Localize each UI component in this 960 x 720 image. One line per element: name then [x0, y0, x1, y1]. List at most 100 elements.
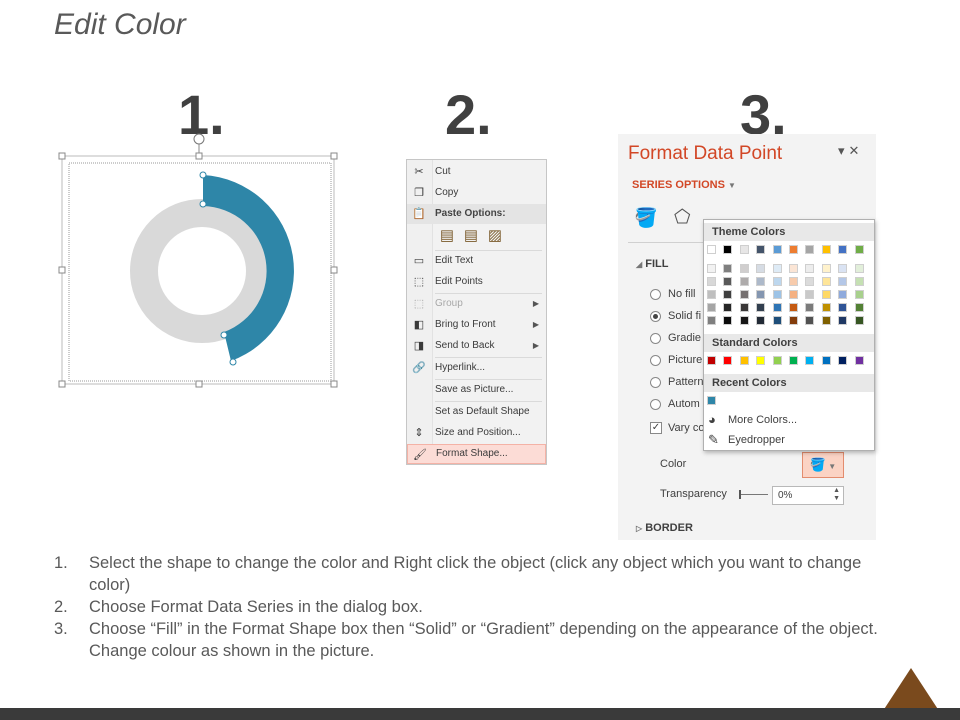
theme-shade-swatch[interactable] — [805, 290, 815, 299]
standard-color-swatch[interactable] — [707, 356, 716, 365]
menu-item-send-to-back[interactable]: ◨ Send to Back ▶ — [407, 336, 546, 356]
theme-shade-swatch[interactable] — [707, 316, 716, 325]
menu-item-format-shape[interactable]: 🖌 Format Shape... — [407, 444, 546, 464]
paste-keep-source-icon[interactable]: ▤ — [437, 226, 457, 246]
standard-color-swatch[interactable] — [772, 356, 782, 365]
theme-color-swatch[interactable] — [739, 245, 749, 254]
menu-item-edit-text[interactable]: ▭ Edit Text — [407, 251, 546, 271]
theme-color-swatch[interactable] — [789, 245, 798, 254]
theme-shade-swatch[interactable] — [739, 290, 749, 299]
theme-shade-swatch[interactable] — [854, 290, 864, 299]
theme-color-swatch[interactable] — [821, 245, 831, 254]
theme-color-swatch[interactable] — [707, 245, 716, 254]
theme-shade-swatch[interactable] — [723, 264, 733, 273]
checkbox[interactable]: ✓ — [650, 422, 662, 434]
spinner-icon[interactable]: ▲ ▼ — [833, 487, 840, 503]
theme-shade-swatch[interactable] — [739, 277, 749, 286]
theme-shade-swatch[interactable] — [805, 264, 815, 273]
theme-shade-swatch[interactable] — [723, 316, 733, 325]
theme-shade-swatch[interactable] — [805, 303, 815, 312]
theme-shade-swatch[interactable] — [723, 290, 733, 299]
standard-color-swatch[interactable] — [821, 356, 831, 365]
theme-shade-swatch[interactable] — [805, 316, 815, 325]
eyedropper-item[interactable]: ✎ Eyedropper — [708, 432, 785, 448]
theme-shade-swatch[interactable] — [723, 277, 733, 286]
theme-shade-swatch[interactable] — [821, 290, 831, 299]
theme-shade-swatch[interactable] — [838, 277, 848, 286]
fill-line-tab-icon[interactable]: 🪣 — [634, 206, 658, 230]
theme-shade-swatch[interactable] — [756, 316, 766, 325]
theme-shade-swatch[interactable] — [739, 264, 749, 273]
standard-color-swatch[interactable] — [854, 356, 864, 365]
close-icon[interactable]: ✕ — [849, 143, 864, 158]
theme-shade-swatch[interactable] — [821, 316, 831, 325]
theme-shade-swatch[interactable] — [739, 316, 749, 325]
radio-button[interactable] — [650, 333, 661, 344]
theme-color-swatch[interactable] — [723, 245, 733, 254]
menu-item-cut[interactable]: ✂ Cut — [407, 162, 546, 182]
transparency-input[interactable]: 0% ▲ ▼ — [772, 486, 844, 505]
theme-color-swatch[interactable] — [772, 245, 782, 254]
border-section-header[interactable]: ▷ BORDER — [636, 522, 693, 534]
standard-color-swatch[interactable] — [739, 356, 749, 365]
menu-item-bring-to-front[interactable]: ◧ Bring to Front ▶ — [407, 315, 546, 335]
fill-section-header[interactable]: ◢ FILL — [636, 258, 668, 270]
theme-shade-swatch[interactable] — [789, 264, 798, 273]
theme-color-swatch[interactable] — [805, 245, 815, 254]
paste-destination-icon[interactable]: ▤ — [461, 226, 481, 246]
menu-item-save-as-picture[interactable]: Save as Picture... — [407, 380, 546, 400]
doughnut-selection[interactable] — [58, 130, 340, 388]
series-options-dropdown[interactable]: SERIES OPTIONS ▼ — [632, 179, 736, 191]
menu-item-edit-points[interactable]: ⬚ Edit Points — [407, 272, 546, 292]
theme-color-swatch[interactable] — [854, 245, 864, 254]
transparency-slider[interactable] — [739, 490, 768, 499]
standard-color-swatch[interactable] — [756, 356, 766, 365]
theme-shade-swatch[interactable] — [854, 277, 864, 286]
standard-color-swatch[interactable] — [789, 356, 798, 365]
paste-picture-icon[interactable]: ▨ — [485, 226, 505, 246]
standard-color-swatch[interactable] — [805, 356, 815, 365]
radio-button[interactable] — [650, 311, 661, 322]
theme-shade-swatch[interactable] — [789, 303, 798, 312]
menu-item-size-and-position[interactable]: ⇕ Size and Position... — [407, 423, 546, 443]
theme-shade-swatch[interactable] — [772, 290, 782, 299]
theme-shade-swatch[interactable] — [821, 264, 831, 273]
recent-color-swatch[interactable] — [707, 396, 716, 405]
theme-shade-swatch[interactable] — [805, 277, 815, 286]
standard-color-swatch[interactable] — [723, 356, 733, 365]
theme-shade-swatch[interactable] — [707, 264, 716, 273]
theme-shade-swatch[interactable] — [739, 303, 749, 312]
theme-shade-swatch[interactable] — [772, 264, 782, 273]
theme-shade-swatch[interactable] — [854, 303, 864, 312]
theme-shade-swatch[interactable] — [838, 316, 848, 325]
theme-shade-swatch[interactable] — [756, 303, 766, 312]
theme-color-swatch[interactable] — [756, 245, 766, 254]
theme-shade-swatch[interactable] — [756, 277, 766, 286]
menu-item-copy[interactable]: ❐ Copy — [407, 183, 546, 203]
more-colors-item[interactable]: ◕ More Colors... — [708, 412, 797, 428]
theme-shade-swatch[interactable] — [707, 290, 716, 299]
theme-shade-swatch[interactable] — [838, 303, 848, 312]
theme-shade-swatch[interactable] — [854, 316, 864, 325]
radio-button[interactable] — [650, 377, 661, 388]
radio-button[interactable] — [650, 355, 661, 366]
fill-color-button[interactable]: 🪣 ▼ — [802, 452, 844, 478]
theme-shade-swatch[interactable] — [723, 303, 733, 312]
effects-tab-icon[interactable]: ⬠ — [674, 206, 691, 229]
theme-shade-swatch[interactable] — [707, 303, 716, 312]
radio-button[interactable] — [650, 289, 661, 300]
menu-item-set-default-shape[interactable]: Set as Default Shape — [407, 402, 546, 422]
theme-shade-swatch[interactable] — [789, 277, 798, 286]
menu-item-hyperlink[interactable]: 🔗 Hyperlink... — [407, 358, 546, 378]
theme-shade-swatch[interactable] — [854, 264, 864, 273]
theme-shade-swatch[interactable] — [772, 303, 782, 312]
pane-options-icon[interactable]: ▾ — [838, 143, 849, 158]
theme-shade-swatch[interactable] — [772, 316, 782, 325]
theme-shade-swatch[interactable] — [838, 290, 848, 299]
theme-shade-swatch[interactable] — [821, 303, 831, 312]
theme-shade-swatch[interactable] — [772, 277, 782, 286]
theme-shade-swatch[interactable] — [756, 264, 766, 273]
theme-shade-swatch[interactable] — [789, 290, 798, 299]
theme-shade-swatch[interactable] — [707, 277, 716, 286]
theme-shade-swatch[interactable] — [756, 290, 766, 299]
